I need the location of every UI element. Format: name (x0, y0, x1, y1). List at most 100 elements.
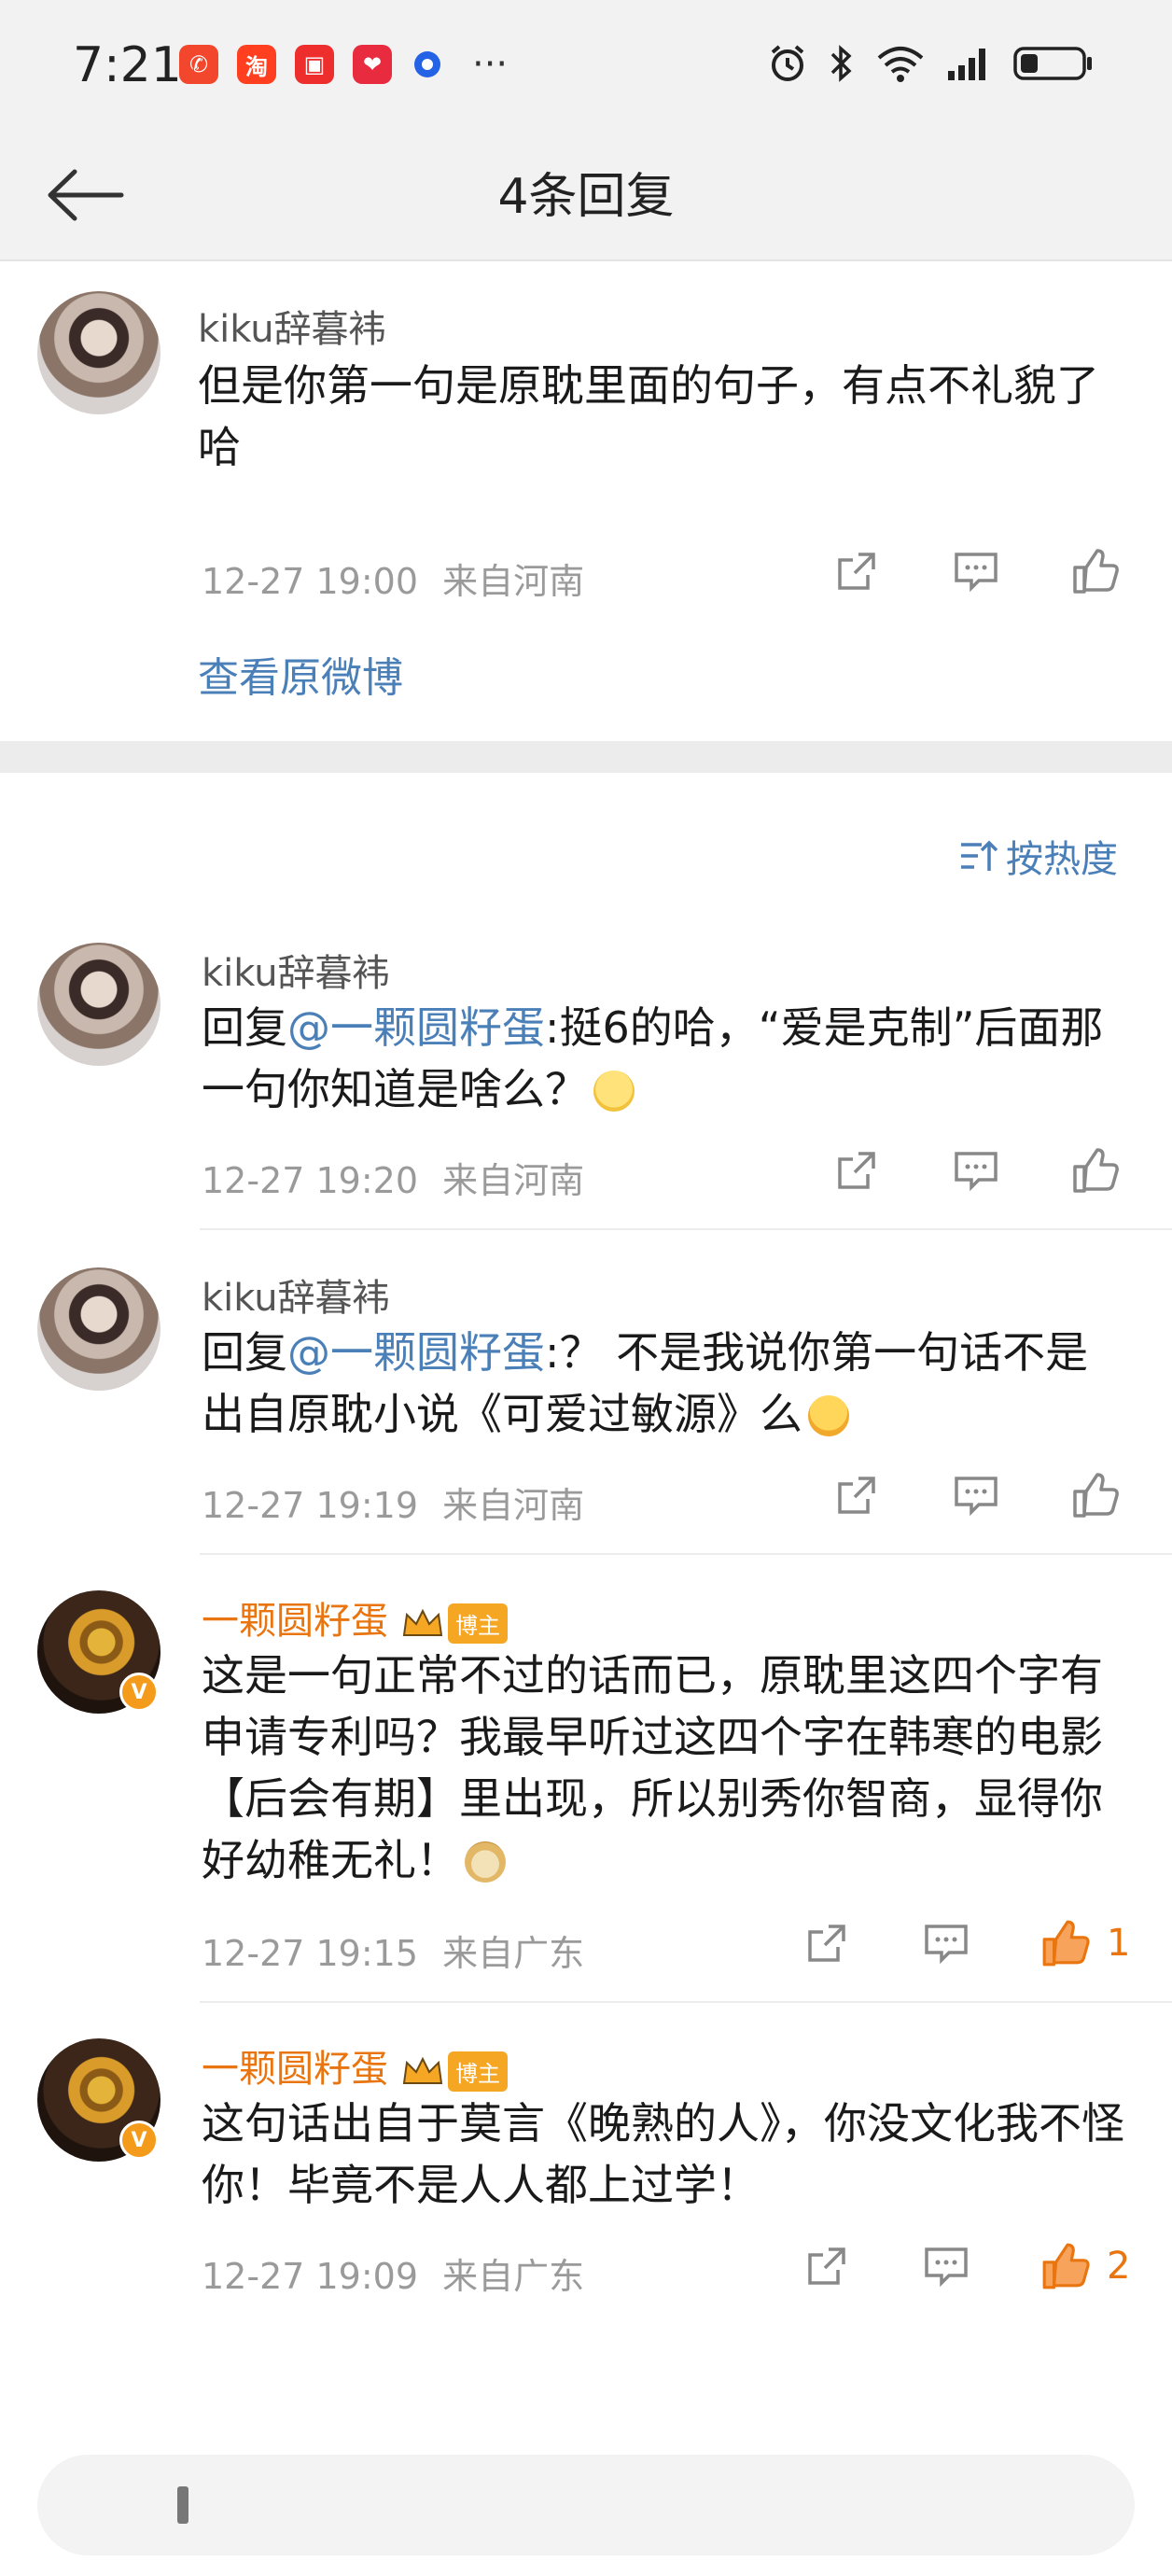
comment-icon (955, 1477, 998, 1517)
comment-meta: 12-27 19:19 来自河南 (202, 1477, 584, 1528)
avatar[interactable] (37, 943, 160, 1066)
row-separator (200, 1553, 1172, 1555)
signal-icon (948, 49, 985, 80)
thumbs-up-icon (1073, 1473, 1119, 1518)
comment-icon (925, 2247, 968, 2288)
book-app-icon: ▣ (295, 45, 334, 84)
wifi-icon (877, 47, 924, 82)
comment-button[interactable] (948, 1142, 1004, 1198)
thumbs-up-icon (1073, 549, 1119, 594)
username[interactable]: kiku辞暮袆 (202, 1267, 390, 1322)
red-app-icon: ✆ (179, 45, 218, 84)
blogger-badge: 博主 (448, 2051, 508, 2092)
nav-bar: 4条回复 (0, 131, 1172, 261)
comment-time: 12-27 19:00 (202, 561, 419, 602)
like-count: 1 (1107, 1922, 1131, 1965)
health-app-icon: ❤ (353, 45, 392, 84)
section-divider (0, 741, 1172, 773)
comment-actions (829, 1142, 1123, 1198)
sort-button[interactable]: 按热度 (959, 829, 1118, 883)
comment-button[interactable] (918, 1915, 974, 1971)
comment-button[interactable] (918, 2238, 974, 2294)
username[interactable]: 一颗圆籽蛋 博主 (202, 2038, 508, 2093)
mention-link[interactable]: @一颗圆籽蛋 (287, 1002, 545, 1053)
avatar[interactable] (37, 291, 160, 414)
comment-actions (829, 1467, 1123, 1523)
like-count: 2 (1107, 2245, 1131, 2288)
comment-location: 来自广东 (442, 2256, 585, 2297)
share-button[interactable] (829, 1142, 885, 1198)
like-button[interactable] (1067, 543, 1123, 599)
reply-input[interactable] (37, 2455, 1135, 2555)
comment-button[interactable] (948, 1467, 1004, 1523)
comment-meta: 12-27 19:15 来自广东 (202, 1925, 584, 1976)
blogger-badge: 博主 (448, 1603, 508, 1644)
share-icon (808, 2247, 845, 2285)
like-button[interactable] (1067, 1467, 1123, 1523)
row-separator (200, 1228, 1172, 1230)
battery-icon (1013, 47, 1092, 80)
comment-button[interactable] (948, 543, 1004, 599)
comment-time: 12-27 19:20 (202, 1160, 419, 1201)
row-separator (200, 2001, 1172, 2003)
reply-text: 回复@一颗圆籽蛋:挺6的哈，“爱是克制”后面那一句你知道是啥么？ (202, 997, 1125, 1120)
comment-time: 12-27 19:15 (202, 1933, 419, 1974)
comment-time: 12-27 19:09 (202, 2256, 419, 2297)
comment-icon (955, 1152, 998, 1192)
reply-text: 这句话出自于莫言《晚熟的人》，你没文化我不怪你！毕竟不是人人都上过学！ (202, 2098, 1124, 2210)
comment-meta: 12-27 19:09 来自广东 (202, 2247, 584, 2299)
root-comment: kiku辞暮袆 但是你第一句是原耽里面的句子，有点不礼貌了哈 12-27 19:… (0, 261, 1172, 741)
thumbs-up-filled-icon (1042, 2243, 1090, 2289)
username-text: 一颗圆籽蛋 (202, 2048, 388, 2091)
comment-actions: 1 (799, 1915, 1130, 1971)
mention-link[interactable]: @一颗圆籽蛋 (287, 1327, 545, 1378)
share-button[interactable] (799, 2238, 855, 2294)
comment-location: 来自广东 (442, 1933, 585, 1974)
status-bar: 7:21 ✆ 淘 ▣ ❤ ··· (0, 0, 1172, 131)
page-title: 4条回复 (497, 169, 675, 225)
comment-text: 但是你第一句是原耽里面的句子，有点不礼貌了哈 (198, 360, 1099, 472)
share-icon (808, 1925, 845, 1962)
comment-location: 来自河南 (442, 1485, 585, 1526)
system-icons (767, 43, 1094, 84)
thumbs-up-filled-icon (1042, 1920, 1090, 1967)
circle-app-icon (414, 51, 440, 77)
comment-location: 来自河南 (442, 561, 585, 602)
share-button[interactable] (799, 1915, 855, 1971)
view-original-link[interactable]: 查看原微博 (198, 644, 403, 704)
alarm-icon (771, 45, 804, 81)
comment-location: 来自河南 (442, 1160, 585, 1201)
avatar[interactable] (37, 1267, 160, 1391)
share-icon (838, 553, 875, 590)
username[interactable]: kiku辞暮袆 (202, 943, 390, 997)
crown-icon (401, 2055, 444, 2087)
verified-badge-icon: V (119, 2121, 159, 2160)
sort-label: 按热度 (1006, 838, 1118, 881)
comment-icon (955, 553, 998, 593)
comment-actions (829, 543, 1123, 599)
like-button[interactable] (1038, 1915, 1094, 1971)
notification-icons: ✆ 淘 ▣ ❤ ··· (179, 45, 508, 84)
username[interactable]: 一颗圆籽蛋 博主 (202, 1590, 508, 1645)
like-button[interactable] (1038, 2238, 1094, 2294)
text-cursor (177, 2486, 188, 2524)
like-button[interactable] (1067, 1142, 1123, 1198)
smile-emoji-icon (593, 1071, 635, 1112)
comment-time: 12-27 19:19 (202, 1485, 419, 1526)
share-icon (838, 1477, 875, 1514)
share-button[interactable] (829, 1467, 885, 1523)
verified-badge-icon: V (119, 1673, 159, 1712)
bluetooth-icon (830, 45, 852, 82)
comment-meta: 12-27 19:20 来自河南 (202, 1152, 584, 1203)
taobao-app-icon: 淘 (237, 45, 276, 84)
reply-text: 回复@一颗圆籽蛋:？ 不是我说你第一句话不是出自原耽小说《可爱过敏源》么 (202, 1322, 1125, 1445)
reply-text: 这是一句正常不过的话而已，原耽里这四个字有申请专利吗？我最早听过这四个字在韩寒的… (202, 1645, 1125, 1891)
reply-word: 回复 (202, 1002, 287, 1053)
thumbs-up-icon (1073, 1148, 1119, 1193)
reply-word: 回复 (202, 1327, 287, 1378)
username[interactable]: kiku辞暮袆 (198, 299, 386, 353)
share-button[interactable] (829, 543, 885, 599)
comment-actions: 2 (799, 2238, 1130, 2294)
reply-body: 这是一句正常不过的话而已，原耽里这四个字有申请专利吗？我最早听过这四个字在韩寒的… (202, 1650, 1103, 1885)
sort-icon (961, 840, 998, 871)
